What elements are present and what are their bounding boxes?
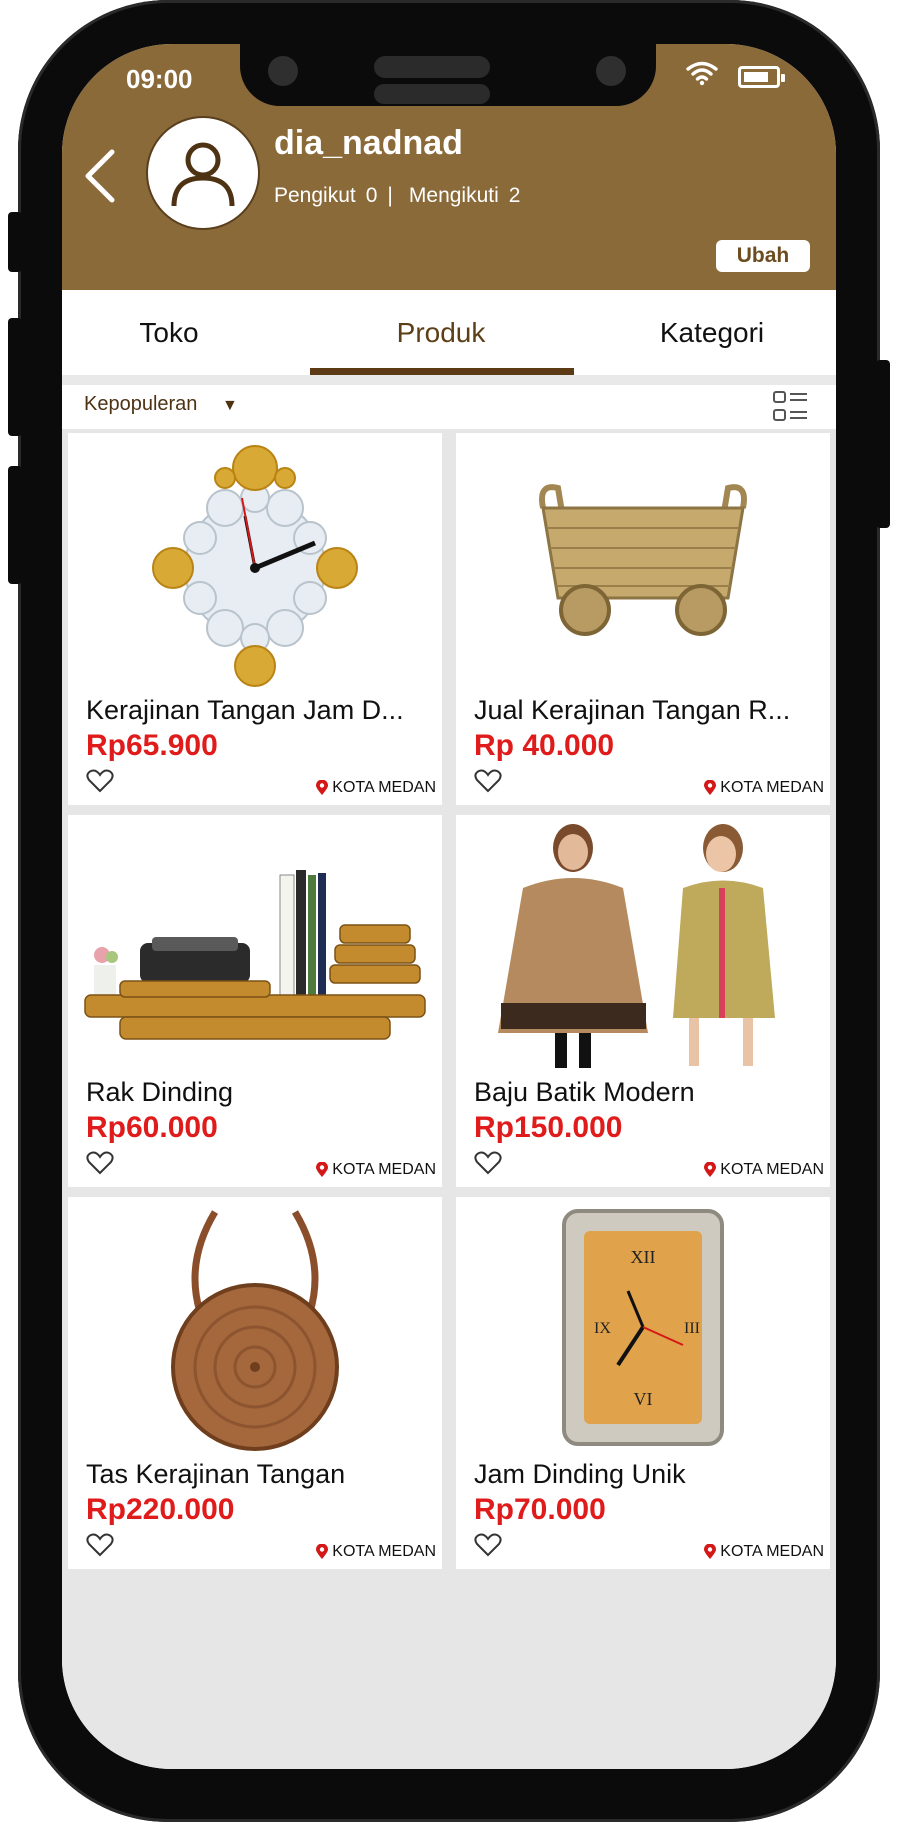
product-name: Rak Dinding — [86, 1077, 234, 1107]
followers-label: Pengikut — [274, 184, 356, 207]
product-name: Jam Dinding Unik — [474, 1459, 686, 1489]
battery-icon — [738, 66, 785, 88]
power-button — [876, 360, 890, 528]
back-arrow-icon[interactable] — [80, 148, 120, 204]
location-pin-icon — [704, 780, 717, 795]
location-pin-icon — [316, 1162, 329, 1177]
svg-text:VI: VI — [634, 1389, 653, 1409]
sort-bar: Kepopuleran ▼ — [62, 385, 836, 429]
heart-icon[interactable] — [86, 1533, 114, 1557]
username: dia_nadnad — [274, 124, 463, 162]
square-clock-image: XII VI IX III — [562, 1208, 724, 1446]
wall-clock-image — [152, 445, 358, 687]
product-card[interactable]: Jual Kerajinan Tangan R... Rp 40.000 KOT… — [456, 433, 830, 805]
product-location: KOTA MEDAN — [316, 779, 436, 797]
notch — [240, 44, 656, 106]
status-time: 09:00 — [126, 64, 193, 94]
heart-icon[interactable] — [86, 769, 114, 793]
rattan-basket-image — [539, 484, 747, 636]
sort-dropdown[interactable]: Kepopuleran — [84, 393, 197, 416]
product-card[interactable]: Kerajinan Tangan Jam D... Rp65.900 KOTA … — [68, 433, 442, 805]
tab-toko[interactable]: Toko — [62, 290, 276, 376]
following-label: Mengikuti — [408, 184, 499, 207]
product-location: KOTA MEDAN — [704, 779, 824, 797]
location-label: KOTA MEDAN — [720, 1161, 824, 1178]
heart-icon[interactable] — [474, 1151, 502, 1175]
heart-icon[interactable] — [474, 769, 502, 793]
rattan-bag-image — [171, 1210, 339, 1451]
volume-down-button — [8, 466, 22, 584]
product-name: Jual Kerajinan Tangan R... — [474, 695, 791, 725]
svg-text:XII: XII — [631, 1247, 656, 1267]
location-label: KOTA MEDAN — [720, 1543, 824, 1560]
batik-clothing-image — [498, 823, 775, 1068]
location-pin-icon — [316, 1544, 329, 1559]
edit-profile-button[interactable]: Ubah — [716, 240, 810, 272]
product-card[interactable]: Tas Kerajinan Tangan Rp220.000 KOTA MEDA… — [68, 1197, 442, 1569]
product-price: Rp 40.000 — [474, 729, 615, 762]
product-card[interactable]: XII VI IX III Jam Dinding Unik Rp70.000 … — [456, 1197, 830, 1569]
product-location: KOTA MEDAN — [704, 1543, 824, 1561]
location-label: KOTA MEDAN — [720, 779, 824, 796]
svg-text:III: III — [684, 1320, 700, 1337]
location-label: KOTA MEDAN — [332, 1161, 436, 1178]
speaker — [374, 84, 490, 104]
divider — [62, 375, 836, 385]
tab-kategori[interactable]: Kategori — [588, 290, 836, 376]
wifi-icon — [686, 61, 718, 86]
profile-stats: Pengikut 0 | Mengikuti 2 — [274, 184, 520, 208]
mute-switch — [8, 212, 22, 272]
avatar[interactable] — [146, 116, 260, 230]
location-pin-icon — [316, 780, 329, 795]
wall-shelf-image — [84, 870, 426, 1040]
heart-icon[interactable] — [474, 1533, 502, 1557]
followers-count: 0 — [365, 184, 378, 207]
product-name: Baju Batik Modern — [474, 1077, 695, 1107]
tab-bar: Toko Produk Kategori — [62, 290, 836, 376]
location-pin-icon — [704, 1544, 717, 1559]
list-view-icon[interactable] — [772, 389, 810, 425]
screen: 09:00 dia_nadnad Pengikut 0 | Mengikuti … — [62, 44, 836, 1769]
location-label: KOTA MEDAN — [332, 1543, 436, 1560]
camera — [268, 56, 298, 86]
product-image — [68, 1197, 442, 1457]
stats-divider: | — [387, 184, 393, 207]
product-image — [68, 433, 442, 693]
tab-produk[interactable]: Produk — [276, 290, 606, 376]
profile-header: 09:00 dia_nadnad Pengikut 0 | Mengikuti … — [62, 44, 836, 290]
product-name: Kerajinan Tangan Jam D... — [86, 695, 404, 725]
following-count: 2 — [508, 184, 521, 207]
product-image — [456, 433, 830, 693]
user-icon — [171, 142, 235, 207]
product-location: KOTA MEDAN — [316, 1543, 436, 1561]
product-image — [68, 815, 442, 1075]
product-card[interactable]: Rak Dinding Rp60.000 KOTA MEDAN — [68, 815, 442, 1187]
heart-icon[interactable] — [86, 1151, 114, 1175]
product-image — [456, 815, 830, 1075]
product-price: Rp70.000 — [474, 1493, 606, 1526]
product-card[interactable]: Baju Batik Modern Rp150.000 KOTA MEDAN — [456, 815, 830, 1187]
svg-text:IX: IX — [594, 1320, 611, 1337]
product-price: Rp220.000 — [86, 1493, 235, 1526]
product-image: XII VI IX III — [456, 1197, 830, 1457]
dropdown-arrow-icon[interactable]: ▼ — [222, 397, 238, 415]
product-price: Rp150.000 — [474, 1111, 623, 1144]
product-location: KOTA MEDAN — [316, 1161, 436, 1179]
sensor — [596, 56, 626, 86]
product-price: Rp65.900 — [86, 729, 218, 762]
volume-up-button — [8, 318, 22, 436]
location-pin-icon — [704, 1162, 717, 1177]
location-label: KOTA MEDAN — [332, 779, 436, 796]
product-location: KOTA MEDAN — [704, 1161, 824, 1179]
product-price: Rp60.000 — [86, 1111, 218, 1144]
product-name: Tas Kerajinan Tangan — [86, 1459, 346, 1489]
speaker — [374, 56, 490, 78]
active-tab-indicator — [310, 368, 574, 375]
